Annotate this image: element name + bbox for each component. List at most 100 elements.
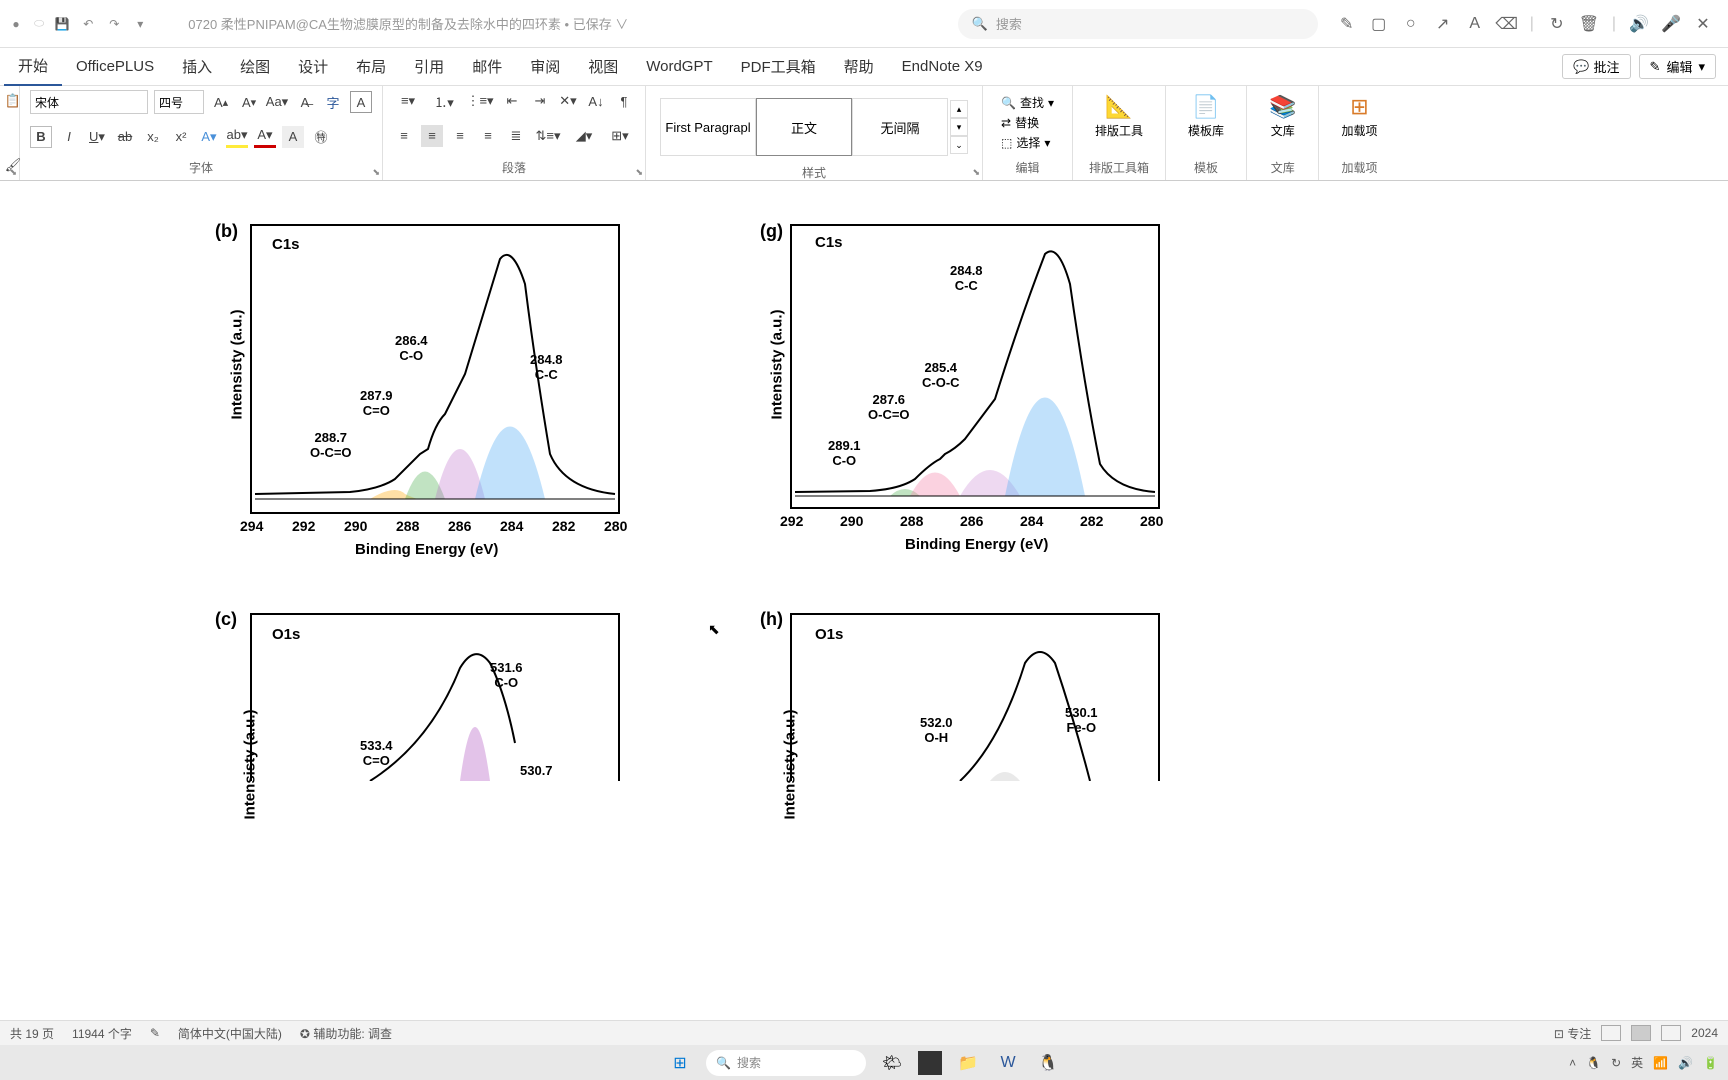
pen-icon[interactable]: ✎ [1338, 15, 1356, 33]
taskbar-search[interactable]: 🔍 搜索 [706, 1050, 866, 1076]
print-view-icon[interactable] [1631, 1025, 1651, 1041]
tab-pdf[interactable]: PDF工具箱 [727, 48, 830, 85]
replace-button[interactable]: ⇄替换 [1001, 114, 1054, 131]
tab-insert[interactable]: 插入 [168, 48, 226, 85]
tray-sync-icon[interactable]: ↻ [1611, 1056, 1621, 1070]
style-first-paragraph[interactable]: First Paragrapl [660, 98, 756, 156]
explorer-icon[interactable] [918, 1051, 942, 1075]
underline-button[interactable]: U▾ [86, 126, 108, 148]
comments-button[interactable]: 💬批注 [1562, 54, 1630, 79]
speaker-icon[interactable]: 🔊 [1630, 15, 1648, 33]
qat-more-icon[interactable]: ▾ [132, 16, 148, 32]
bold-button[interactable]: B [30, 126, 52, 148]
highlight-icon[interactable]: ab▾ [226, 126, 248, 148]
start-button[interactable]: ⊞ [666, 1049, 694, 1077]
word-icon[interactable]: W [994, 1049, 1022, 1077]
tray-battery-icon[interactable]: 🔋 [1703, 1056, 1718, 1070]
justify-icon[interactable]: ≡ [477, 125, 499, 147]
align-right-icon[interactable]: ≡ [449, 125, 471, 147]
redo-icon[interactable]: ↷ [106, 16, 122, 32]
borders-icon[interactable]: ⊞▾ [605, 125, 635, 147]
multilevel-icon[interactable]: ⋮≡▾ [465, 90, 495, 112]
text-effects-icon[interactable]: A▾ [198, 126, 220, 148]
tab-draw[interactable]: 绘图 [226, 48, 284, 85]
enclose-char-icon[interactable]: ㊕ [310, 126, 332, 148]
font-family-select[interactable] [30, 90, 148, 114]
grow-font-icon[interactable]: A▴ [210, 91, 232, 113]
text-icon[interactable]: A [1466, 15, 1484, 33]
sort-icon[interactable]: A↓ [585, 90, 607, 112]
find-button[interactable]: 🔍查找 ▾ [1001, 94, 1054, 111]
circle-icon[interactable]: ○ [1402, 15, 1420, 33]
tray-ime[interactable]: 英 [1631, 1054, 1643, 1071]
tab-wordgpt[interactable]: WordGPT [632, 50, 726, 83]
tray-volume-icon[interactable]: 🔊 [1678, 1056, 1693, 1070]
italic-button[interactable]: I [58, 126, 80, 148]
qq-icon[interactable]: 🐧 [1034, 1049, 1062, 1077]
search-input[interactable]: 🔍 搜索 [958, 9, 1318, 39]
wenku-button[interactable]: 📚 文库 [1257, 90, 1308, 143]
addin-button[interactable]: ⊞ 加载项 [1329, 90, 1389, 143]
shading-icon[interactable]: ◢▾ [569, 125, 599, 147]
status-spell-icon[interactable]: ✎ [150, 1026, 160, 1040]
status-language[interactable]: 简体中文(中国大陆) [178, 1025, 282, 1042]
status-words[interactable]: 11944 个字 [72, 1025, 132, 1042]
tab-reference[interactable]: 引用 [400, 48, 458, 85]
moban-button[interactable]: 📄 模板库 [1176, 90, 1236, 143]
show-marks-icon[interactable]: ¶ [613, 90, 635, 112]
editing-mode-dropdown[interactable]: ✎编辑▾ [1639, 54, 1716, 79]
phonetic-icon[interactable]: 字 [322, 91, 344, 113]
arrow-icon[interactable]: ↗ [1434, 15, 1452, 33]
save-icon[interactable]: 💾 [54, 16, 70, 32]
select-button[interactable]: ⬚选择 ▾ [1001, 134, 1054, 151]
char-border-icon[interactable]: A [350, 91, 372, 113]
web-view-icon[interactable] [1661, 1025, 1681, 1041]
asian-layout-icon[interactable]: ✕▾ [557, 90, 579, 112]
increase-indent-icon[interactable]: ⇥ [529, 90, 551, 112]
square-icon[interactable]: ▢ [1370, 15, 1388, 33]
autosave-toggle[interactable]: ● [8, 16, 24, 32]
undo-icon[interactable]: ↶ [80, 16, 96, 32]
tab-design[interactable]: 设计 [284, 48, 342, 85]
subscript-button[interactable]: x₂ [142, 126, 164, 148]
eraser-icon[interactable]: ⌫ [1498, 15, 1516, 33]
decrease-indent-icon[interactable]: ⇤ [501, 90, 523, 112]
tab-endnote[interactable]: EndNote X9 [888, 50, 997, 83]
trash-icon[interactable]: 🗑 [1580, 15, 1598, 33]
superscript-button[interactable]: x² [170, 126, 192, 148]
widgets-icon[interactable]: 🌤 [878, 1049, 906, 1077]
tray-wifi-icon[interactable]: 📶 [1653, 1056, 1668, 1070]
status-pages[interactable]: 共 19 页 [10, 1025, 54, 1042]
style-up-icon[interactable]: ▴ [950, 100, 968, 118]
font-size-select[interactable] [154, 90, 204, 114]
font-launcher[interactable]: ⬊ [372, 167, 380, 178]
clipboard-launcher[interactable]: ⬊ [9, 167, 17, 178]
read-view-icon[interactable] [1601, 1025, 1621, 1041]
folder-icon[interactable]: 📁 [954, 1049, 982, 1077]
distribute-icon[interactable]: ≣ [505, 125, 527, 147]
numbering-icon[interactable]: ⒈▾ [429, 90, 459, 112]
style-more-icon[interactable]: ⌄ [950, 136, 968, 154]
tray-qq-icon[interactable]: 🐧 [1586, 1056, 1601, 1070]
styles-launcher[interactable]: ⬊ [972, 167, 980, 178]
tab-start[interactable]: 开始 [4, 47, 62, 86]
bullets-icon[interactable]: ≡▾ [393, 90, 423, 112]
style-down-icon[interactable]: ▾ [950, 118, 968, 136]
change-case-icon[interactable]: Aa▾ [266, 91, 288, 113]
document-title[interactable]: 0720 柔性PNIPAM@CA生物滤膜原型的制备及去除水中的四环素 • 已保存… [188, 14, 628, 33]
tab-officeplus[interactable]: OfficePLUS [62, 50, 168, 83]
align-center-icon[interactable]: ≡ [421, 125, 443, 147]
tray-chevron-icon[interactable]: ˄ [1569, 1056, 1576, 1070]
char-shading-icon[interactable]: A [282, 126, 304, 148]
para-launcher[interactable]: ⬊ [635, 167, 643, 178]
close-icon[interactable]: ✕ [1694, 15, 1712, 33]
document-canvas[interactable]: (b) C1s Intensisty (a.u.) 288.7 O-C=O 28… [0, 181, 1728, 1020]
font-color-icon[interactable]: A▾ [254, 126, 276, 148]
tab-help[interactable]: 帮助 [830, 48, 888, 85]
tab-view[interactable]: 视图 [574, 48, 632, 85]
style-normal[interactable]: 正文 [756, 98, 852, 156]
line-spacing-icon[interactable]: ⇅≡▾ [533, 125, 563, 147]
strike-button[interactable]: ab [114, 126, 136, 148]
mic-icon[interactable]: 🎤 [1662, 15, 1680, 33]
style-nospacing[interactable]: 无间隔 [852, 98, 948, 156]
